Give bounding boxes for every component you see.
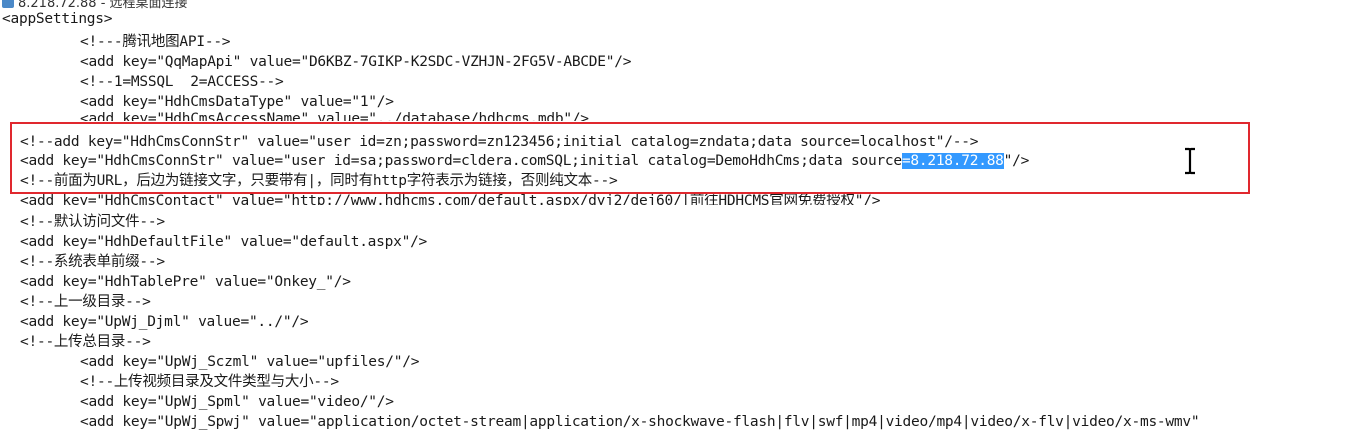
remote-desktop-screen: 8.218.72.88 - 远程桌面连接 <appSettings> <!---… bbox=[0, 0, 1369, 436]
code-line: <add key="UpWj_Djml" value="../"/> bbox=[20, 314, 309, 330]
code-line-text: <add key="HdhCmsConnStr" value="user id=… bbox=[20, 153, 902, 169]
i-beam-cursor-icon bbox=[1185, 147, 1195, 175]
code-line: <add key="UpWj_Sczml" value="upfiles/"/> bbox=[80, 354, 420, 370]
code-line: <add key="UpWj_Spml" value="video/"/> bbox=[80, 394, 394, 410]
code-line: <add key="HdhCmsAccessName" value="../da… bbox=[80, 111, 589, 121]
code-line: <!--上传总目录--> bbox=[20, 334, 151, 350]
code-line: <!--add key="HdhCmsConnStr" value="user … bbox=[20, 134, 979, 150]
code-line-selected: <add key="HdhCmsConnStr" value="user id=… bbox=[20, 151, 1029, 171]
code-line: <!--1=MSSQL 2=ACCESS--> bbox=[80, 74, 284, 90]
code-line: <add key="HdhCmsContact" value="http://w… bbox=[20, 193, 881, 205]
code-line: <!---腾讯地图API--> bbox=[80, 34, 231, 50]
code-line: <add key="HdhTablePre" value="Onkey_"/> bbox=[20, 274, 351, 290]
code-editor[interactable]: <appSettings> <!---腾讯地图API--> <add key="… bbox=[0, 0, 1369, 436]
selected-text[interactable]: =8.218.72.88 bbox=[901, 153, 1004, 169]
code-line-tail: "/> bbox=[1003, 153, 1030, 169]
code-line: <!--上一级目录--> bbox=[20, 294, 151, 310]
code-line: <!--前面为URL，后边为链接文字，只要带有|，同时有http字符表示为链接，… bbox=[20, 173, 618, 189]
code-line: <!--默认访问文件--> bbox=[20, 214, 165, 230]
code-line: <!--上传视频目录及文件类型与大小--> bbox=[80, 374, 339, 390]
code-line: <add key="QqMapApi" value="D6KBZ-7GIKP-K… bbox=[80, 54, 632, 70]
code-line: <appSettings> bbox=[2, 11, 113, 27]
code-line: <add key="HdhDefaultFile" value="default… bbox=[20, 234, 428, 250]
code-line: <!--系统表单前缀--> bbox=[20, 254, 165, 270]
code-line: <add key="UpWj_Spwj" value="application/… bbox=[80, 414, 1200, 430]
